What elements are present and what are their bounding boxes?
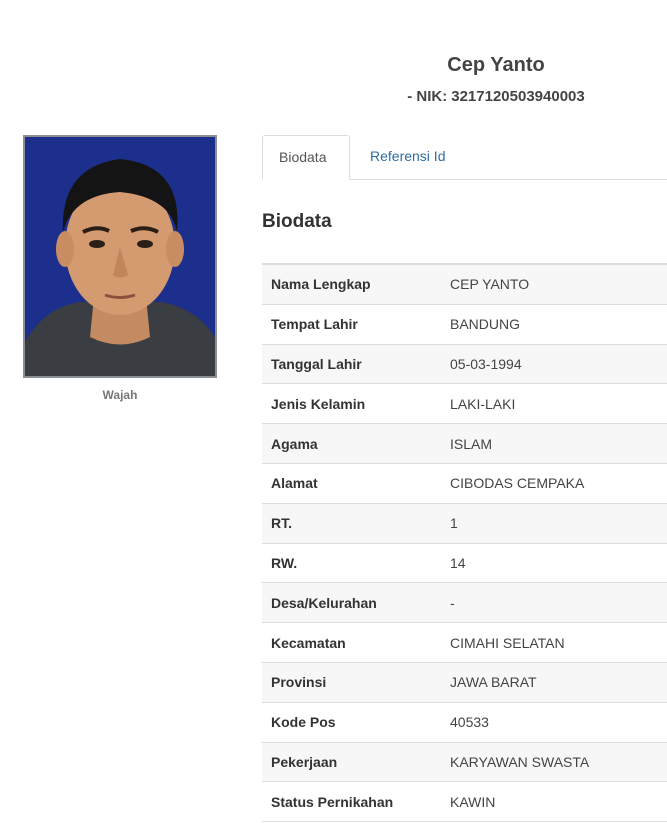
- row-label: Kode Pos: [271, 714, 336, 731]
- row-label: Alamat: [271, 475, 318, 492]
- row-label: Kecamatan: [271, 634, 346, 651]
- row-value: JAWA BARAT: [450, 674, 537, 691]
- table-row: Nama Lengkap CEP YANTO: [262, 265, 667, 305]
- tab-biodata[interactable]: Biodata: [262, 135, 350, 180]
- table-row: Provinsi JAWA BARAT: [262, 662, 667, 703]
- table-row: Kecamatan CIMAHI SELATAN: [262, 623, 667, 663]
- table-row: Tempat Lahir BANDUNG: [262, 305, 667, 345]
- section-title: Biodata: [262, 211, 332, 232]
- biodata-table: Nama Lengkap CEP YANTO Tempat Lahir BAND…: [262, 263, 667, 823]
- row-value: 40533: [450, 714, 489, 731]
- table-row: Kode Pos 40533: [262, 703, 667, 743]
- table-row: Pekerjaan KARYAWAN SWASTA: [262, 742, 667, 783]
- table-row: Alamat CIBODAS CEMPAKA: [262, 464, 667, 504]
- nik-value: 3217120503940003: [451, 88, 585, 105]
- row-value: CIBODAS CEMPAKA: [450, 475, 585, 492]
- row-label: Agama: [271, 435, 318, 452]
- tab-referensi-id[interactable]: Referensi Id: [354, 135, 461, 180]
- person-name: Cep Yanto: [447, 54, 545, 76]
- row-label: Tempat Lahir: [271, 316, 358, 333]
- row-label: Pekerjaan: [271, 753, 338, 770]
- row-label: Tanggal Lahir: [271, 355, 362, 372]
- table-row: Agama ISLAM: [262, 424, 667, 464]
- row-label: Nama Lengkap: [271, 276, 371, 293]
- row-label: RT.: [271, 515, 292, 532]
- row-label: RW.: [271, 554, 298, 571]
- row-value: CEP YANTO: [450, 276, 530, 293]
- row-value: 1: [450, 515, 458, 532]
- row-value: BANDUNG: [450, 316, 521, 333]
- table-row: RW. 14: [262, 544, 667, 584]
- face-photo: [23, 135, 217, 378]
- table-row: RT. 1: [262, 503, 667, 544]
- row-value: 14: [450, 554, 466, 571]
- row-label: Desa/Kelurahan: [271, 594, 377, 611]
- tab-bar: Biodata Referensi Id: [262, 135, 667, 180]
- row-value: 05-03-1994: [450, 355, 522, 372]
- nik-line: - NIK: 3217120503940003: [330, 88, 662, 105]
- row-value: KAWIN: [450, 793, 496, 810]
- nik-label: - NIK:: [407, 88, 448, 105]
- photo-caption: Wajah: [102, 388, 138, 402]
- face-photo-image: [25, 137, 215, 376]
- row-value: CIMAHI SELATAN: [450, 634, 565, 651]
- row-value: ISLAM: [450, 435, 493, 452]
- row-value: LAKI-LAKI: [450, 395, 516, 412]
- table-row: Desa/Kelurahan -: [262, 583, 667, 624]
- table-row: Status Pernikahan KAWIN: [262, 782, 667, 823]
- row-value: KARYAWAN SWASTA: [450, 753, 590, 770]
- table-row: Tanggal Lahir 05-03-1994: [262, 344, 667, 385]
- row-label: Provinsi: [271, 674, 327, 691]
- row-label: Jenis Kelamin: [271, 395, 366, 412]
- row-value: -: [450, 594, 455, 611]
- table-row: Jenis Kelamin LAKI-LAKI: [262, 384, 667, 425]
- row-label: Status Pernikahan: [271, 793, 394, 810]
